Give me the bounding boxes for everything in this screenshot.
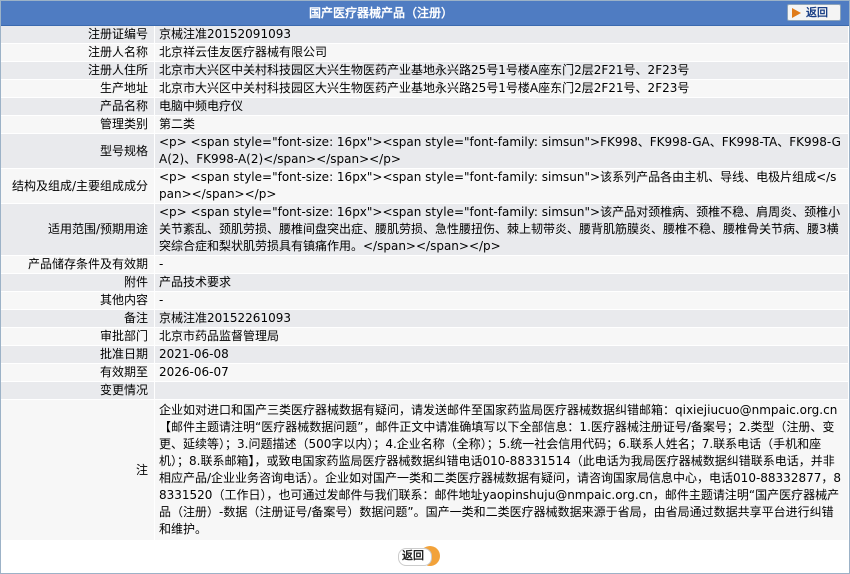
field-value: 北京市大兴区中关村科技园区大兴生物医药产业基地永兴路25号1号楼A座东门2层2F… <box>159 63 690 77</box>
field-label: 结构及组成/主要组成成分 <box>1 168 155 204</box>
table-row: 变更情况 <box>1 381 849 400</box>
field-value-cell <box>154 381 849 400</box>
field-label: 注 <box>1 399 155 541</box>
field-value: <p> <span style="font-size: 16px"><span … <box>159 205 841 253</box>
field-value: 北京市药品监督管理局 <box>159 329 280 343</box>
field-label: 注册人名称 <box>1 43 155 62</box>
field-value: 京械注准20152261093 <box>159 311 291 325</box>
back-button-top[interactable]: 返回 <box>787 4 841 21</box>
field-value: 2021-06-08 <box>159 347 229 361</box>
field-label: 生产地址 <box>1 79 155 98</box>
field-value: 产品技术要求 <box>159 275 232 289</box>
field-value: 京械注准20152091093 <box>159 27 291 41</box>
page-container: 国产医疗器械产品（注册） 返回 注册证编号 京械注准20152091093 注册人名… <box>0 0 850 574</box>
field-value: 2026-06-07 <box>159 365 229 379</box>
field-value-cell: <p> <span style="font-size: 16px"><span … <box>154 133 849 169</box>
field-value-cell: 北京市大兴区中关村科技园区大兴生物医药产业基地永兴路25号1号楼A座东门2层2F… <box>154 61 849 80</box>
table-row: 其他内容 - <box>1 291 849 310</box>
field-label: 管理类别 <box>1 115 155 134</box>
field-label: 适用范围/预期用途 <box>1 203 155 256</box>
field-value-cell: 北京市大兴区中关村科技园区大兴生物医药产业基地永兴路25号1号楼A座东门2层2F… <box>154 79 849 98</box>
back-button-bottom-label: 返回 <box>402 549 424 562</box>
table-row: 生产地址 北京市大兴区中关村科技园区大兴生物医药产业基地永兴路25号1号楼A座东门… <box>1 79 849 98</box>
field-value: <p> <span style="font-size: 16px"><span … <box>159 170 837 201</box>
field-value-cell: 北京市药品监督管理局 <box>154 327 849 346</box>
field-value-cell: <p> <span style="font-size: 16px"><span … <box>154 168 849 204</box>
table-row: 注册人住所 北京市大兴区中关村科技园区大兴生物医药产业基地永兴路25号1号楼A座东… <box>1 61 849 80</box>
table-row: 管理类别 第二类 <box>1 115 849 134</box>
field-value-cell: <p> <span style="font-size: 16px"><span … <box>154 203 849 256</box>
field-value-cell: 2026-06-07 <box>154 363 849 382</box>
field-value: - <box>159 257 164 271</box>
field-label: 产品储存条件及有效期 <box>1 255 155 274</box>
arrow-right-icon <box>792 8 801 18</box>
table-row: 注册人名称 北京祥云佳友医疗器械有限公司 <box>1 43 849 62</box>
table-row: 备注 京械注准20152261093 <box>1 309 849 328</box>
field-value: 第二类 <box>159 117 196 131</box>
field-value-cell: - <box>154 255 849 274</box>
field-value: 北京市大兴区中关村科技园区大兴生物医药产业基地永兴路25号1号楼A座东门2层2F… <box>159 81 690 95</box>
table-row: 型号规格 <p> <span style="font-size: 16px"><s… <box>1 133 849 169</box>
table-row: 批准日期 2021-06-08 <box>1 345 849 364</box>
detail-table: 注册证编号 京械注准20152091093 注册人名称 北京祥云佳友医疗器械有限公司注… <box>1 26 849 541</box>
table-row: 审批部门 北京市药品监督管理局 <box>1 327 849 346</box>
back-button-bottom[interactable]: 返回 <box>398 545 442 567</box>
field-value: 北京祥云佳友医疗器械有限公司 <box>159 45 328 59</box>
field-value: 企业如对进口和国产三类医疗器械数据有疑问，请发送邮件至国家药监局医疗器械数据纠错… <box>159 403 841 536</box>
field-label: 审批部门 <box>1 327 155 346</box>
field-value-cell: 电脑中频电疗仪 <box>154 97 849 116</box>
table-row: 适用范围/预期用途 <p> <span style="font-size: 16p… <box>1 203 849 256</box>
table-row: 产品储存条件及有效期 - <box>1 255 849 274</box>
field-label: 型号规格 <box>1 133 155 169</box>
field-value-cell: 第二类 <box>154 115 849 134</box>
field-label: 变更情况 <box>1 381 155 400</box>
field-value-cell: 京械注准20152091093 <box>154 26 849 44</box>
field-label: 其他内容 <box>1 291 155 310</box>
field-value-cell: 产品技术要求 <box>154 273 849 292</box>
field-label: 备注 <box>1 309 155 328</box>
table-row: 注册证编号 京械注准20152091093 <box>1 26 849 44</box>
table-row: 产品名称 电脑中频电疗仪 <box>1 97 849 116</box>
field-value: <p> <span style="font-size: 16px"><span … <box>159 135 841 166</box>
table-row: 结构及组成/主要组成成分 <p> <span style="font-size: … <box>1 168 849 204</box>
field-value: - <box>159 293 164 307</box>
table-row: 注企业如对进口和国产三类医疗器械数据有疑问，请发送邮件至国家药监局医疗器械数据纠… <box>1 399 849 541</box>
page-title: 国产医疗器械产品（注册） <box>308 6 453 20</box>
field-label: 附件 <box>1 273 155 292</box>
back-button-label: 返回 <box>806 6 828 19</box>
field-label: 注册证编号 <box>1 26 155 44</box>
title-bar: 国产医疗器械产品（注册） 返回 <box>1 1 849 26</box>
field-value-cell: 企业如对进口和国产三类医疗器械数据有疑问，请发送邮件至国家药监局医疗器械数据纠错… <box>154 399 849 541</box>
field-label: 注册人住所 <box>1 61 155 80</box>
field-value-cell: 2021-06-08 <box>154 345 849 364</box>
field-value-cell: 京械注准20152261093 <box>154 309 849 328</box>
field-value-cell: 北京祥云佳友医疗器械有限公司 <box>154 43 849 62</box>
table-row: 附件 产品技术要求 <box>1 273 849 292</box>
table-row: 有效期至 2026-06-07 <box>1 363 849 382</box>
field-value: 电脑中频电疗仪 <box>159 99 244 113</box>
field-label: 批准日期 <box>1 345 155 364</box>
field-value-cell: - <box>154 291 849 310</box>
field-label: 有效期至 <box>1 363 155 382</box>
field-label: 产品名称 <box>1 97 155 116</box>
